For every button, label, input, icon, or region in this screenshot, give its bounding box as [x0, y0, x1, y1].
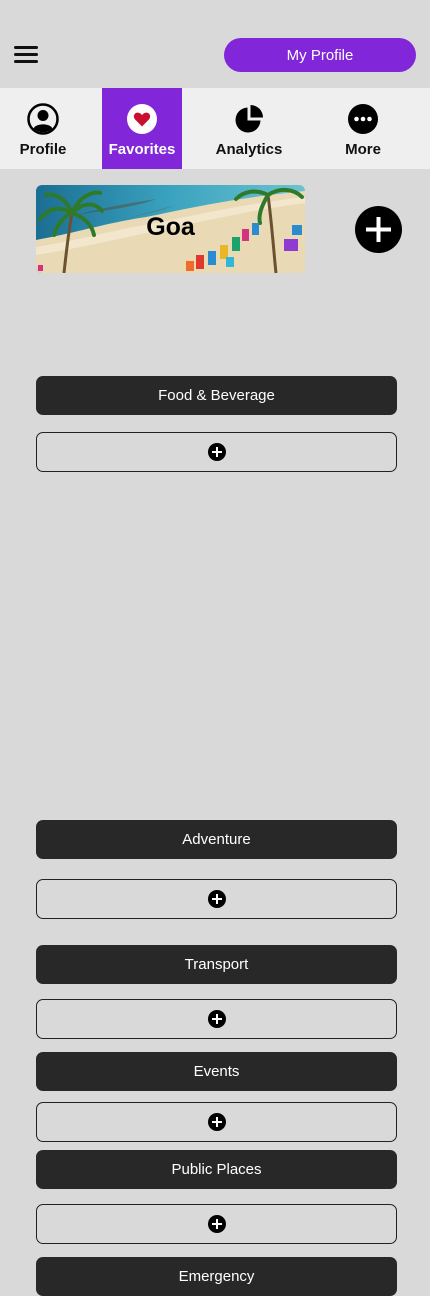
category-adventure[interactable]: Adventure	[36, 820, 397, 859]
category-events[interactable]: Events	[36, 1052, 397, 1091]
tab-profile[interactable]: Profile	[0, 88, 86, 169]
category-food-beverage[interactable]: Food & Beverage	[36, 376, 397, 415]
tab-label: More	[345, 141, 381, 158]
pie-chart-icon	[235, 105, 263, 133]
destination-title: Goa	[146, 213, 195, 241]
heart-icon	[127, 104, 157, 134]
category-emergency[interactable]: Emergency	[36, 1257, 397, 1296]
tab-label: Favorites	[108, 141, 176, 158]
tab-bar: Profile Favorites Analytics More	[0, 88, 430, 169]
plus-circle-icon	[207, 890, 226, 908]
tab-favorites[interactable]: Favorites	[102, 88, 182, 169]
add-adventure-button[interactable]	[36, 879, 397, 919]
tab-analytics[interactable]: Analytics	[194, 88, 304, 169]
add-transport-button[interactable]	[36, 999, 397, 1039]
my-profile-button[interactable]: My Profile	[224, 38, 416, 72]
plus-circle-icon	[207, 443, 226, 461]
plus-circle-icon	[207, 1215, 226, 1233]
tab-more[interactable]: More	[318, 88, 408, 169]
tab-label: Profile	[19, 141, 67, 158]
add-public-places-button[interactable]	[36, 1204, 397, 1244]
category-public-places[interactable]: Public Places	[36, 1150, 397, 1189]
destination-card[interactable]: Goa	[36, 185, 305, 273]
more-dots-icon	[348, 104, 378, 134]
plus-circle-icon	[207, 1113, 226, 1131]
tab-label: Analytics	[215, 141, 283, 158]
user-circle-icon	[27, 103, 59, 135]
plus-circle-icon[interactable]	[355, 206, 402, 253]
plus-circle-icon	[207, 1010, 226, 1028]
hamburger-menu-icon[interactable]	[14, 46, 38, 64]
add-events-button[interactable]	[36, 1102, 397, 1142]
category-transport[interactable]: Transport	[36, 945, 397, 984]
add-food-beverage-button[interactable]	[36, 432, 397, 472]
